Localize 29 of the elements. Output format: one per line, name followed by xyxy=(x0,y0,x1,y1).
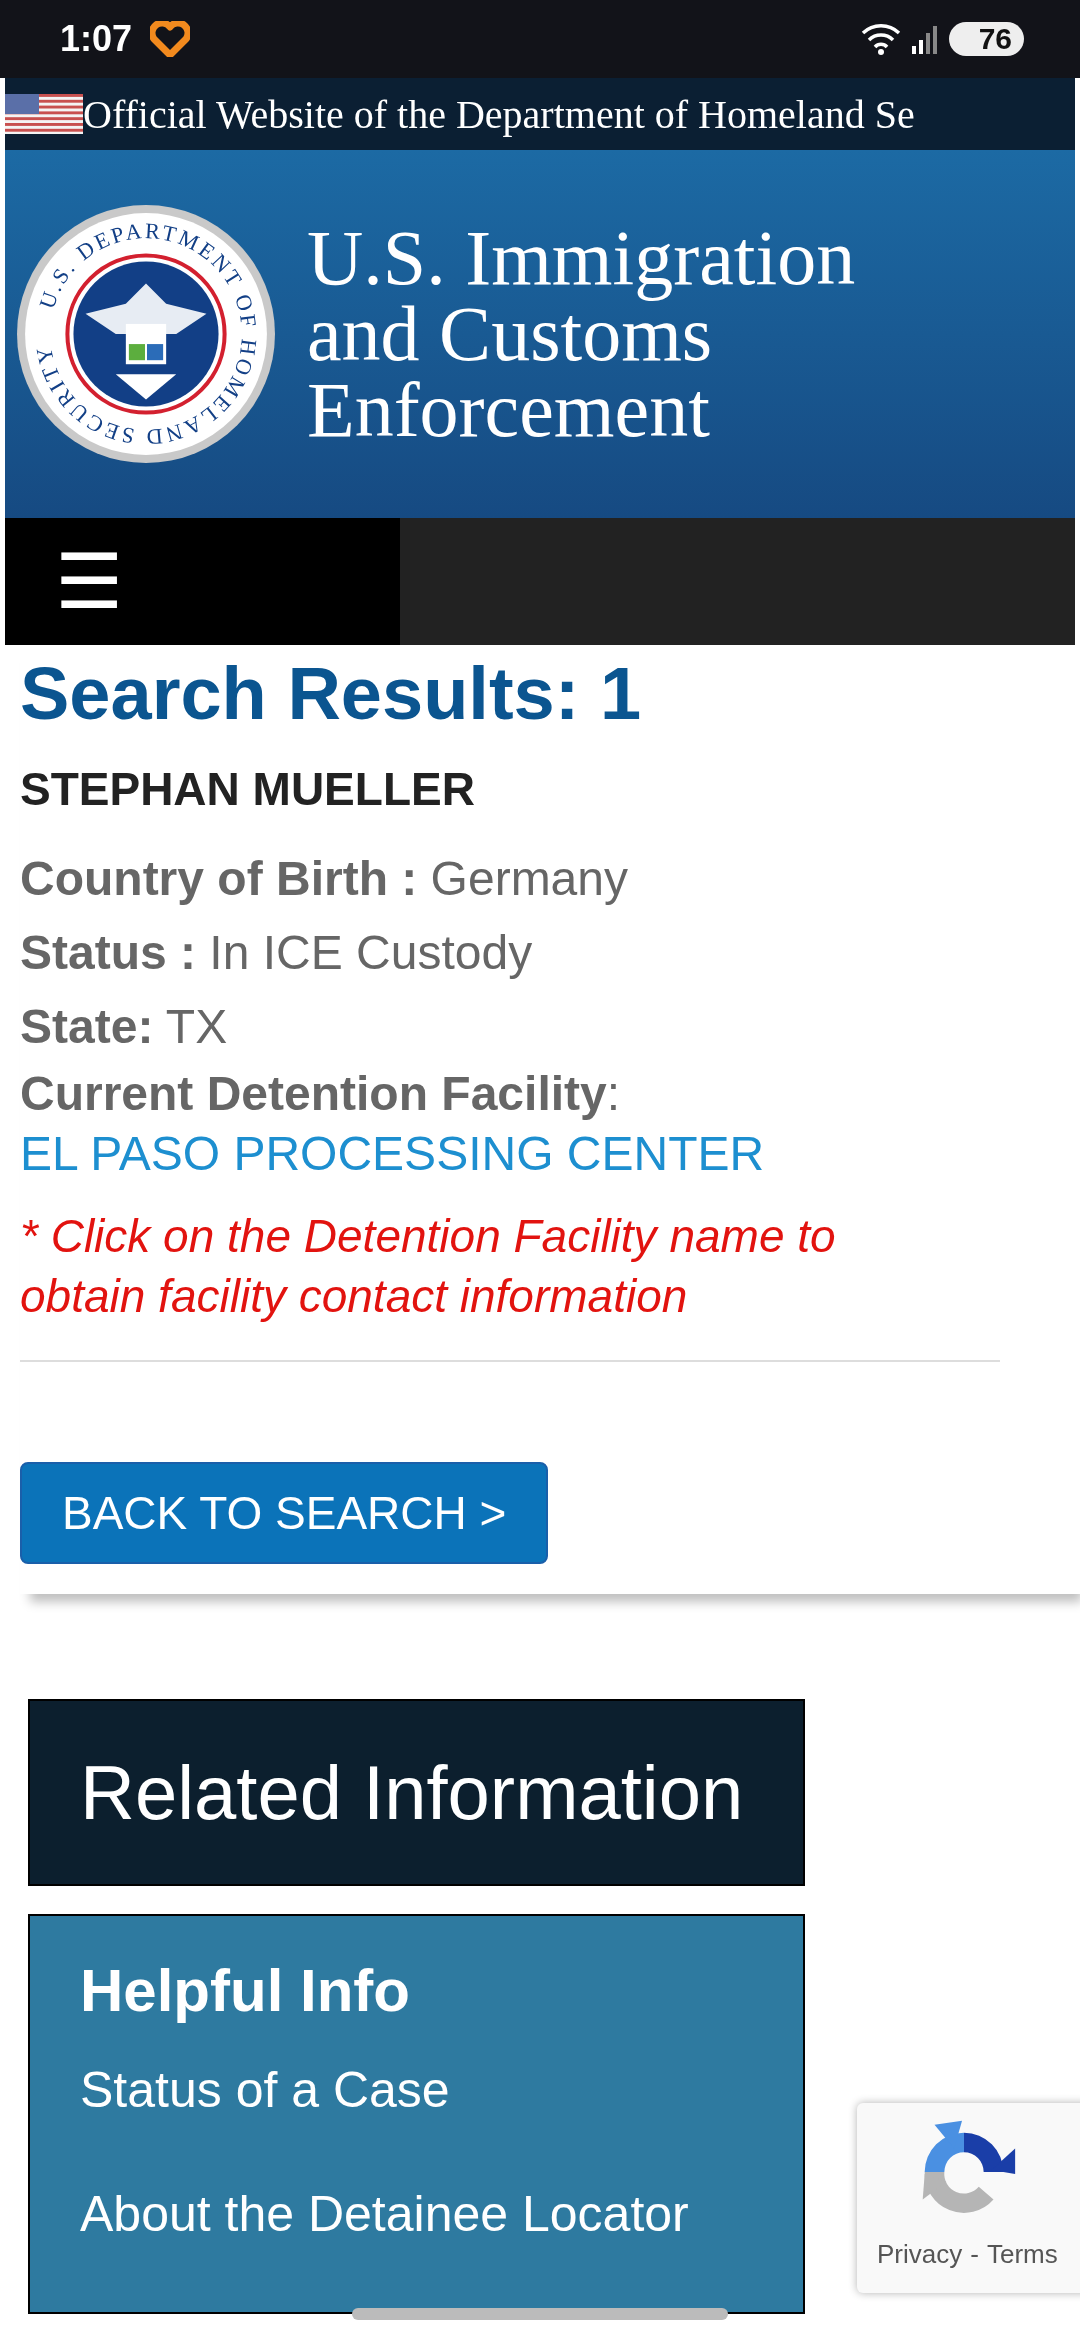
field-value: TX xyxy=(165,1000,228,1053)
wifi-icon xyxy=(860,23,901,55)
privacy-link[interactable]: Privacy xyxy=(877,2239,963,2270)
field-value: Germany xyxy=(430,852,628,905)
label-colon: : xyxy=(606,1067,621,1120)
field-value: In ICE Custody xyxy=(209,926,533,979)
helpful-link[interactable]: About the Detainee Locator xyxy=(80,2185,689,2243)
clock: 1:07 xyxy=(60,18,133,60)
banner-text: Official Website of the Department of Homeland Se xyxy=(83,90,915,138)
battery-indicator: 76 xyxy=(948,22,1024,56)
person-name: STEPHAN MUELLER xyxy=(20,762,476,816)
heart-icon xyxy=(150,21,191,57)
menu-button[interactable]: ☰ xyxy=(5,518,400,645)
signal-icon xyxy=(910,24,939,54)
facility-note: * Click on the Detention Facility name to obtain facility contact information xyxy=(20,1209,837,1324)
terms-link[interactable]: Terms xyxy=(986,2239,1058,2270)
field-label: Status : xyxy=(20,926,196,979)
helpful-link[interactable]: Status of a Case xyxy=(80,2061,450,2119)
link-separator: - xyxy=(970,2239,979,2270)
back-to-search-button[interactable]: BACK TO SEARCH > xyxy=(20,1462,549,1564)
field-label: Country of Birth : xyxy=(20,852,418,905)
results-heading: Search Results: 1 xyxy=(20,651,643,736)
flag-icon xyxy=(5,94,83,134)
facility-link[interactable]: EL PASO PROCESSING CENTER xyxy=(20,1127,765,1180)
helpful-info-title: Helpful Info xyxy=(80,1956,410,2025)
agency-name: U.S. Immigration and Customs Enforcement xyxy=(307,220,856,448)
related-information-heading: Related Information xyxy=(28,1699,805,1886)
field-label: State: xyxy=(20,1000,154,1053)
field-label: Current Detention Facility xyxy=(20,1067,607,1120)
